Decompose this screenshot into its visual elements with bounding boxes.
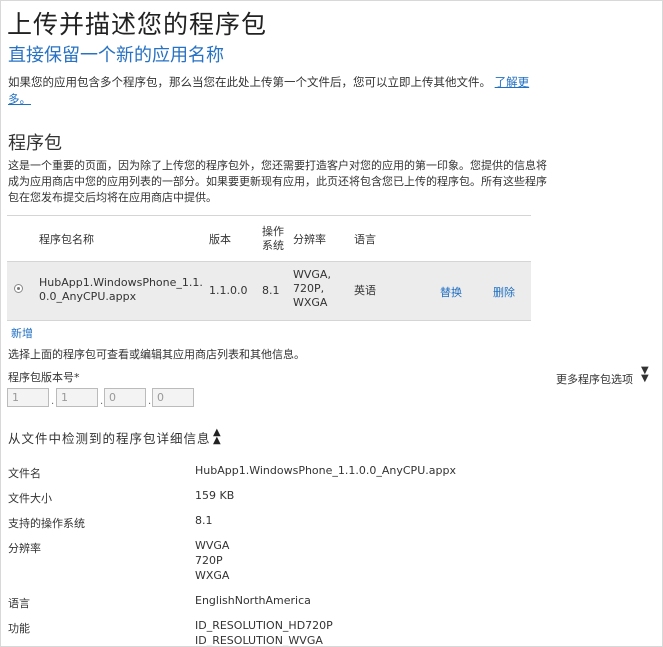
detail-label-os: 支持的操作系统	[8, 517, 85, 530]
detail-value-os: 8.1	[195, 514, 213, 527]
version-minor-input[interactable]	[56, 388, 98, 407]
detail-label-filename: 文件名	[8, 467, 41, 480]
detail-value-filename: HubApp1.WindowsPhone_1.1.0.0_AnyCPU.appx	[195, 464, 456, 477]
col-language: 语言	[354, 233, 376, 246]
details-heading[interactable]: 从文件中检测到的程序包详细信息	[8, 428, 211, 447]
page-title: 上传并描述您的程序包	[7, 10, 268, 39]
detail-label-filesize: 文件大小	[8, 492, 52, 505]
add-new-link[interactable]: 新增	[11, 325, 33, 341]
col-name: 程序包名称	[39, 233, 94, 246]
version-separator: .	[51, 396, 55, 407]
select-note: 选择上面的程序包可查看或编辑其应用商店列表和其他信息。	[8, 348, 305, 361]
double-chevron-up-icon[interactable]: ▲ ▲	[213, 428, 221, 446]
reserve-name-link[interactable]: 直接保留一个新的应用名称	[8, 41, 224, 67]
detail-label-resolution: 分辨率	[8, 542, 41, 555]
version-label: 程序包版本号*	[8, 371, 80, 384]
version-build-input[interactable]	[104, 388, 146, 407]
more-options-link[interactable]: 更多程序包选项	[556, 371, 633, 387]
packages-table: 程序包名称 版本 操作系统 分辨率 语言 HubApp1.WindowsPhon…	[7, 215, 531, 321]
table-row[interactable]: HubApp1.WindowsPhone_1.1.0.0_AnyCPU.appx…	[7, 261, 531, 321]
table-header: 程序包名称 版本 操作系统 分辨率 语言	[7, 215, 531, 262]
detail-value-capabilities: ID_RESOLUTION_HD720P ID_RESOLUTION_WVGA	[195, 619, 333, 646]
version-major-input[interactable]	[7, 388, 49, 407]
detail-label-language: 语言	[8, 597, 30, 610]
version-separator: .	[100, 396, 104, 407]
intro-text: 如果您的应用包含多个程序包，那么当您在此处上传第一个文件后，您可以立即上传其他文…	[8, 75, 530, 106]
packages-heading: 程序包	[8, 133, 62, 154]
col-os: 操作系统	[262, 225, 284, 252]
package-os: 8.1	[262, 284, 280, 297]
package-version: 1.1.0.0	[209, 284, 248, 297]
col-resolution: 分辨率	[293, 233, 326, 246]
detail-value-filesize: 159 KB	[195, 489, 235, 502]
version-separator: .	[148, 396, 152, 407]
package-resolution: WVGA, 720P, WXGA	[293, 268, 331, 309]
packages-description: 这是一个重要的页面，因为除了上传您的程序包外，您还需要打造客户对您的应用的第一印…	[8, 159, 547, 204]
delete-button[interactable]: 删除	[493, 284, 515, 300]
detail-label-capabilities: 功能	[8, 622, 30, 635]
version-revision-input[interactable]	[152, 388, 194, 407]
replace-button[interactable]: 替换	[440, 284, 462, 300]
package-language: 英语	[354, 284, 376, 297]
page: 上传并描述您的程序包 直接保留一个新的应用名称 如果您的应用包含多个程序包，那么…	[1, 1, 662, 646]
double-chevron-down-icon[interactable]: ▼ ▼	[641, 366, 649, 384]
package-radio[interactable]	[14, 284, 23, 293]
detail-value-resolution: WVGA 720P WXGA	[195, 539, 230, 582]
col-version: 版本	[209, 233, 231, 246]
detail-value-language: EnglishNorthAmerica	[195, 594, 311, 607]
package-name: HubApp1.WindowsPhone_1.1.0.0_AnyCPU.appx	[39, 276, 203, 303]
